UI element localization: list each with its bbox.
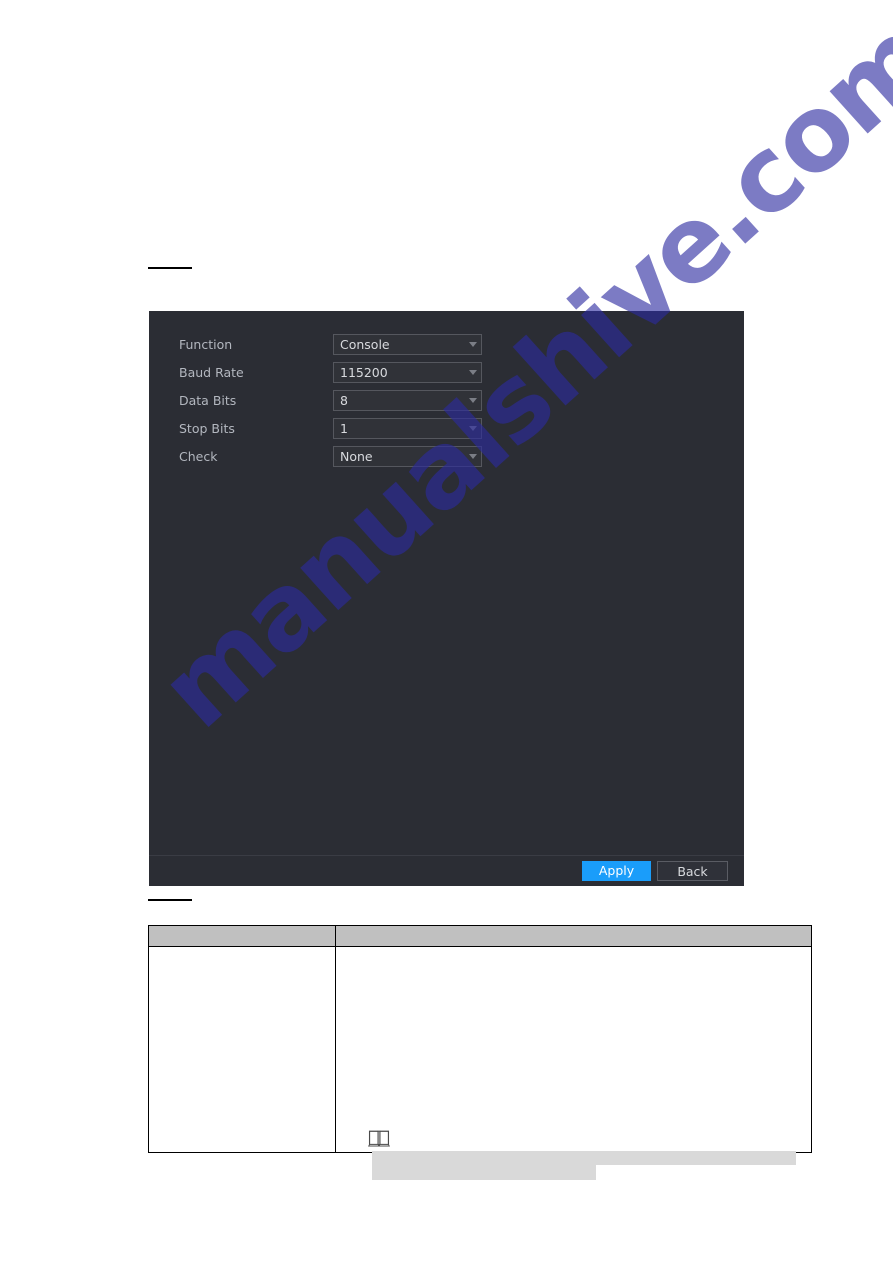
stop-bits-dropdown[interactable]: 1 xyxy=(333,418,482,439)
baud-rate-dropdown[interactable]: 115200 xyxy=(333,362,482,383)
note-redacted-line xyxy=(372,1165,596,1180)
note-redacted-line xyxy=(372,1151,796,1165)
stop-bits-dropdown-value: 1 xyxy=(340,421,348,436)
chevron-down-icon xyxy=(469,370,477,375)
baud-rate-dropdown-value: 115200 xyxy=(340,365,388,380)
data-bits-dropdown-value: 8 xyxy=(340,393,348,408)
parameter-table xyxy=(148,925,812,1180)
check-dropdown[interactable]: None xyxy=(333,446,482,467)
table-header-name xyxy=(148,925,336,947)
chevron-down-icon xyxy=(469,454,477,459)
apply-button[interactable]: Apply xyxy=(582,861,651,881)
data-bits-dropdown[interactable]: 8 xyxy=(333,390,482,411)
form-row-stop-bits: Stop Bits 1 xyxy=(179,418,609,440)
label-stop-bits: Stop Bits xyxy=(179,421,235,436)
label-baud-rate: Baud Rate xyxy=(179,365,244,380)
label-function: Function xyxy=(179,337,233,352)
table-cell-description-content xyxy=(336,947,811,1180)
function-dropdown[interactable]: Console xyxy=(333,334,482,355)
table-cell-description xyxy=(335,946,812,1180)
dialog-footer: Apply Back xyxy=(149,855,744,886)
table-row xyxy=(148,946,812,1180)
table-cell-name-content xyxy=(149,947,335,1152)
form-row-baud-rate: Baud Rate 115200 xyxy=(179,362,609,384)
form-row-function: Function Console xyxy=(179,334,609,356)
serial-port-settings-dialog: Function Console Baud Rate 115200 Data B… xyxy=(149,311,744,886)
function-dropdown-value: Console xyxy=(340,337,390,352)
table-caption-rule xyxy=(148,899,192,901)
label-check: Check xyxy=(179,449,218,464)
table-header-row xyxy=(148,925,812,947)
chevron-down-icon xyxy=(469,426,477,431)
table-cell-name xyxy=(148,946,336,1153)
label-data-bits: Data Bits xyxy=(179,393,237,408)
form-row-data-bits: Data Bits 8 xyxy=(179,390,609,412)
form-row-check: Check None xyxy=(179,446,609,468)
figure-caption-rule xyxy=(148,267,192,269)
note-book-icon xyxy=(368,1130,390,1147)
table-header-description xyxy=(335,925,812,947)
back-button[interactable]: Back xyxy=(657,861,728,881)
settings-form: Function Console Baud Rate 115200 Data B… xyxy=(149,311,744,855)
chevron-down-icon xyxy=(469,342,477,347)
chevron-down-icon xyxy=(469,398,477,403)
check-dropdown-value: None xyxy=(340,449,373,464)
